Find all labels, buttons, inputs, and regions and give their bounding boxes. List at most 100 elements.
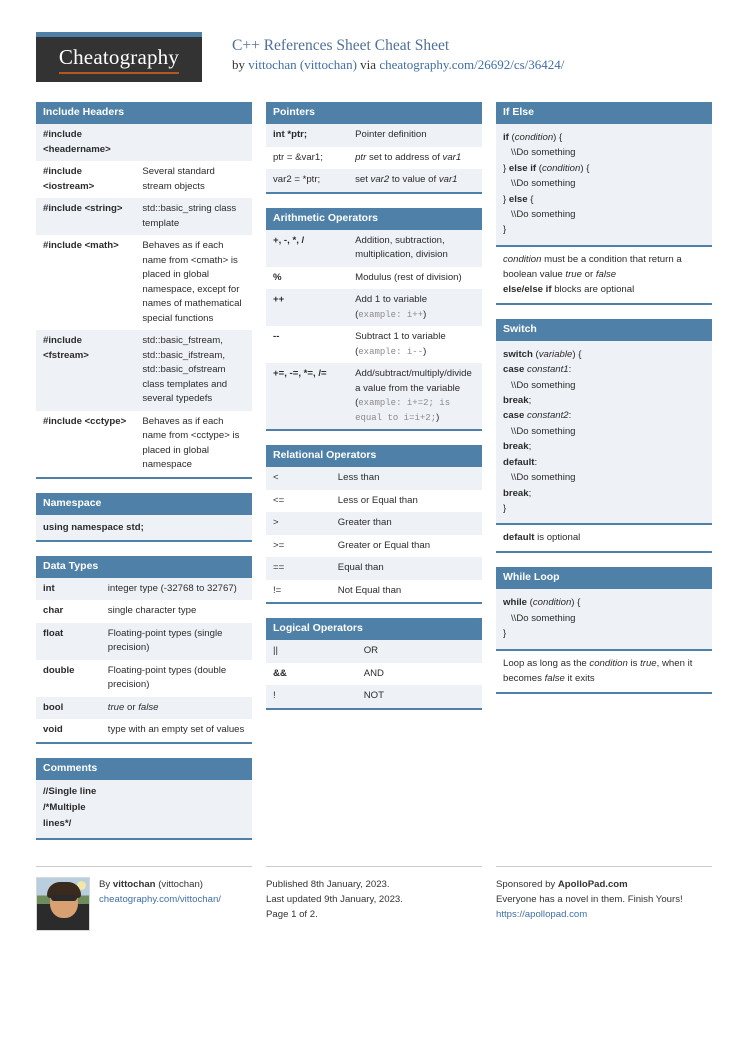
- code-line: } else if (condition) {: [503, 162, 590, 174]
- row-key: #include <string>: [36, 198, 136, 235]
- row-value: OR: [356, 640, 482, 663]
- byline: by vittochan (vittochan) via cheatograph…: [232, 56, 564, 74]
- block-title-while-loop: While Loop: [496, 567, 712, 590]
- row-value: Add/subtract/multiply/divide a value fro…: [348, 363, 482, 429]
- table-row: +, -, *, / Addition, subtraction, multipl…: [266, 229, 482, 267]
- code-line: default:: [503, 456, 538, 468]
- sponsor-url[interactable]: https://apollopad.com: [496, 907, 587, 922]
- table-row: #include <string> std::basic_string class…: [36, 198, 252, 235]
- footer-author-url[interactable]: cheatography.com/vittochan/: [99, 892, 221, 907]
- row-key: >=: [266, 534, 331, 557]
- row-value: true or false: [100, 696, 252, 719]
- sponsor-tagline: Everyone has a novel in them. Finish You…: [496, 893, 683, 905]
- byline-via: via: [356, 57, 380, 72]
- row-value: integer type (-32768 to 32767): [100, 577, 252, 600]
- row-key: var2 = *ptr;: [266, 169, 349, 192]
- row-key: ptr = &var1;: [266, 146, 349, 169]
- column-3: If Else if (condition) { \\Do something} …: [496, 102, 712, 708]
- page-number: Page 1 of 2.: [266, 908, 318, 920]
- row-key: ++: [266, 289, 349, 326]
- value-namespace: using namespace std;: [36, 514, 252, 540]
- row-key: +=, -=, *=, /=: [266, 363, 349, 429]
- author-link[interactable]: vittochan (vittochan): [248, 56, 357, 74]
- table-row: % Modulus (rest of division): [266, 266, 482, 289]
- block-data-types: Data Types int integer type (-32768 to 327…: [36, 555, 252, 744]
- note-switch: default is optional: [496, 523, 712, 552]
- row-key: #include <math>: [36, 235, 136, 330]
- cheat-sheet-page: Cheatography C++ References Sheet Cheat …: [0, 0, 750, 1061]
- row-key: void: [36, 719, 101, 742]
- code-line: }: [503, 502, 507, 514]
- row-value: ptr set to address of var1: [348, 146, 482, 169]
- block-title-logical-operators: Logical Operators: [266, 618, 482, 640]
- block-relational-operators: Relational Operators < Less than <= Less or …: [266, 445, 482, 604]
- table-row: var2 = *ptr; set var2 to value of var1: [266, 169, 482, 192]
- code-line: case constant1:: [503, 364, 572, 376]
- table-data-types: int integer type (-32768 to 32767) char sin…: [36, 577, 252, 742]
- code-line: switch (variable) {: [503, 348, 582, 360]
- row-key: &&: [266, 662, 357, 685]
- block-title-relational-operators: Relational Operators: [266, 445, 482, 467]
- row-value: Less than: [330, 467, 482, 490]
- row-value: NOT: [356, 685, 482, 708]
- table-row: bool true or false: [36, 696, 252, 719]
- table-row: -- Subtract 1 to variable (example: i--): [266, 326, 482, 363]
- cheatography-logo[interactable]: Cheatography: [36, 32, 202, 82]
- table-pointers: int *ptr; Pointer definition ptr = &var1; p…: [266, 124, 482, 192]
- source-url-link[interactable]: cheatography.com/26692/cs/36424/: [379, 56, 564, 74]
- row-key: --: [266, 326, 349, 363]
- row-value: Not Equal than: [330, 579, 482, 602]
- row-key: int *ptr;: [266, 124, 349, 147]
- row-key: #include <fstream>: [36, 330, 136, 411]
- table-row: >= Greater or Equal than: [266, 534, 482, 557]
- row-value: Greater than: [330, 512, 482, 535]
- block-title-namespace: Namespace: [36, 492, 252, 515]
- block-switch: Switch switch (variable) {case constant1:…: [496, 318, 712, 554]
- code-line: \\Do something: [503, 147, 576, 159]
- table-row: ptr = &var1; ptr set to address of var1: [266, 146, 482, 169]
- table-row: double Floating-point types (double preci…: [36, 659, 252, 697]
- table-row: ! NOT: [266, 685, 482, 708]
- row-value: Modulus (rest of division): [348, 266, 482, 289]
- row-value: Several standard stream objects: [135, 161, 252, 198]
- footer-author-col: By vittochan (vittochan) cheatography.co…: [36, 865, 252, 931]
- table-relational-operators: < Less than <= Less or Equal than > Greater t…: [266, 467, 482, 602]
- table-row: #include <fstream> std::basic_fstream, st…: [36, 330, 252, 411]
- row-value: std::basic_fstream, std::basic_ifstream,…: [135, 330, 252, 411]
- row-value: Behaves as if each name from <cctype> is…: [135, 410, 252, 477]
- row-value: Equal than: [330, 557, 482, 580]
- sponsor-prefix: Sponsored by: [496, 878, 558, 890]
- code-line: }: [503, 224, 507, 236]
- row-key: #include <cctype>: [36, 410, 136, 477]
- table-row: < Less than: [266, 467, 482, 490]
- row-key: >: [266, 512, 331, 535]
- content-columns: Include Headers #include <headername> #inc…: [0, 102, 750, 854]
- code-line: \\Do something: [503, 209, 576, 221]
- table-row: #include <cctype> Behaves as if each name…: [36, 410, 252, 477]
- code-line: break;: [503, 395, 532, 407]
- block-title-arithmetic-operators: Arithmetic Operators: [266, 207, 482, 230]
- note-while-loop: Loop as long as the condition is true, w…: [496, 648, 712, 692]
- table-row: int *ptr; Pointer definition: [266, 124, 482, 147]
- table-arithmetic-operators: +, -, *, / Addition, subtraction, multipl…: [266, 229, 482, 429]
- comment-line: /*Multiple: [43, 801, 86, 813]
- table-row: || OR: [266, 640, 482, 663]
- lines-comments: //Single line /*Multiple lines*/: [36, 779, 252, 838]
- table-row: ++ Add 1 to variable (example: i++): [266, 289, 482, 326]
- row-value: Greater or Equal than: [330, 534, 482, 557]
- footer-author-handle: (vittochan): [155, 878, 203, 890]
- row-key: #include <headername>: [36, 124, 136, 161]
- code-while-loop: while (condition) { \\Do something}: [496, 589, 712, 649]
- table-row: <= Less or Equal than: [266, 489, 482, 512]
- row-key: bool: [36, 696, 101, 719]
- code-line: }: [503, 628, 507, 640]
- page-header: Cheatography C++ References Sheet Cheat …: [0, 0, 750, 102]
- code-switch: switch (variable) {case constant1: \\Do …: [496, 340, 712, 524]
- note-if-else: condition must be a condition that retur…: [496, 244, 712, 303]
- row-value: AND: [356, 662, 482, 685]
- row-key: ==: [266, 557, 331, 580]
- row-key: float: [36, 622, 101, 660]
- code-line: if (condition) {: [503, 132, 563, 143]
- block-title-pointers: Pointers: [266, 102, 482, 124]
- footer-sponsor-col: Sponsored by ApolloPad.com Everyone has …: [496, 865, 712, 931]
